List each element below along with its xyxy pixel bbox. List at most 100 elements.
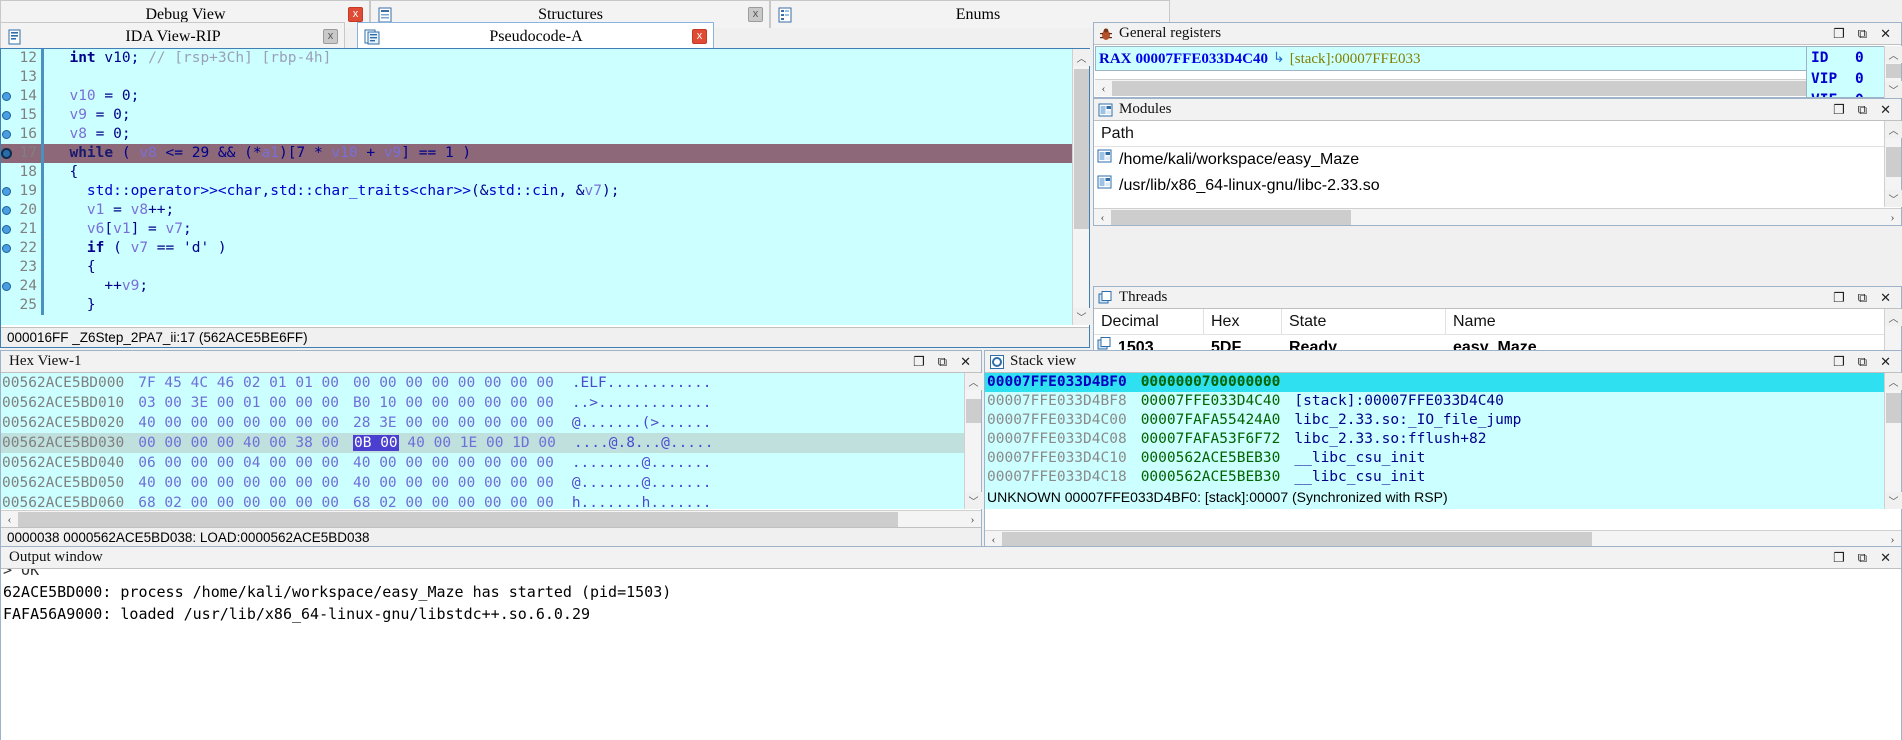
close-icon[interactable]: ✕ bbox=[1880, 291, 1891, 304]
close-icon[interactable]: ✕ bbox=[960, 355, 971, 368]
close-icon[interactable]: ✕ bbox=[1880, 355, 1891, 368]
hex-bytes-right[interactable]: 0B 00 40 00 1E 00 1D 00 bbox=[353, 433, 556, 453]
scroll-up-icon[interactable]: ︿ bbox=[1885, 121, 1902, 138]
hex-row[interactable]: 00562ACE5BD000 7F 45 4C 46 02 01 01 00 00 … bbox=[1, 373, 964, 393]
flag-value[interactable]: 0 bbox=[1855, 71, 1864, 87]
code-line[interactable]: 24 ++v9; bbox=[1, 277, 1072, 296]
threads-column-hex[interactable]: Hex bbox=[1204, 309, 1282, 335]
scroll-down-icon[interactable]: ﹀ bbox=[1885, 492, 1902, 509]
threads-column-state[interactable]: State bbox=[1282, 309, 1446, 335]
hex-bytes-right[interactable]: 68 02 00 00 00 00 00 00 bbox=[353, 493, 554, 509]
hex-bytes-right[interactable]: 00 00 00 00 00 00 00 00 bbox=[353, 373, 554, 393]
stack-hscroll-thumb[interactable] bbox=[1002, 532, 1592, 547]
stack-vscrollbar[interactable]: ︿ ﹀ bbox=[1884, 373, 1902, 509]
hex-row[interactable]: 00562ACE5BD060 68 02 00 00 00 00 00 00 68 … bbox=[1, 493, 964, 509]
scroll-left-icon[interactable]: ‹ bbox=[985, 531, 1002, 548]
scroll-up-icon[interactable]: ︿ bbox=[965, 373, 982, 390]
breakpoint-icon[interactable] bbox=[1, 239, 13, 258]
scroll-up-icon[interactable]: ︿ bbox=[1885, 309, 1902, 326]
breakpoint-icon[interactable] bbox=[1, 182, 13, 201]
scroll-left-icon[interactable]: ‹ bbox=[1095, 80, 1112, 97]
flags-vscroll-thumb[interactable] bbox=[1886, 64, 1901, 78]
follow-arrow-icon[interactable]: ↳ bbox=[1273, 47, 1285, 70]
stack-comment[interactable]: libc_2.33.so:_IO_file_jump bbox=[1294, 411, 1521, 430]
modules-hscrollbar[interactable]: ‹ › bbox=[1094, 208, 1901, 225]
restore-icon[interactable]: ⧉ bbox=[938, 355, 947, 368]
code-line[interactable]: 19 std::operator>><char,std::char_traits… bbox=[1, 182, 1072, 201]
hex-bytes-left[interactable]: 06 00 00 00 04 00 00 00 bbox=[138, 453, 339, 473]
stack-row[interactable]: 00007FFE033D4C10 0000562ACE5BEB30 __libc_c… bbox=[985, 449, 1884, 468]
stack-comment[interactable]: [stack]:00007FFE033D4C40 bbox=[1294, 392, 1504, 411]
breakpoint-icon[interactable] bbox=[1, 220, 13, 239]
maximize-icon[interactable]: ❐ bbox=[1833, 355, 1845, 368]
breakpoint-icon[interactable] bbox=[1, 125, 13, 144]
hex-row[interactable]: 00562ACE5BD030 00 00 00 00 40 00 38 00 0B … bbox=[1, 433, 964, 453]
hex-bytes-left[interactable]: 03 00 3E 00 01 00 00 00 bbox=[138, 393, 339, 413]
register-row-rax[interactable]: RAX 00007FFE033D4C40 ↳ [stack]:00007FFE0… bbox=[1096, 47, 1869, 70]
maximize-icon[interactable]: ❐ bbox=[1833, 27, 1845, 40]
code-line[interactable]: 25 } bbox=[1, 296, 1072, 315]
flags-scroll-up-icon[interactable]: ︿ bbox=[1885, 46, 1902, 63]
scroll-right-icon[interactable]: › bbox=[1884, 531, 1901, 548]
hex-row[interactable]: 00562ACE5BD010 03 00 3E 00 01 00 00 00 B0 … bbox=[1, 393, 964, 413]
flags-scroll-down-icon[interactable]: ﹀ bbox=[1885, 81, 1902, 98]
scroll-right-icon[interactable]: › bbox=[1884, 209, 1901, 226]
hex-bytes-left[interactable]: 7F 45 4C 46 02 01 01 00 bbox=[138, 373, 339, 393]
hex-selected-bytes[interactable]: 0B 00 bbox=[353, 435, 399, 451]
code-line[interactable]: 18 { bbox=[1, 163, 1072, 182]
stack-row[interactable]: 00007FFE033D4BF0 0000000700000000 bbox=[985, 373, 1884, 392]
stack-value[interactable]: 00007FAFA53F6F72 bbox=[1141, 430, 1281, 449]
output-log[interactable]: > OK 62ACE5BD000: process /home/kali/work… bbox=[1, 569, 1901, 740]
breakpoint-slot[interactable] bbox=[1, 49, 13, 68]
threads-column-decimal[interactable]: Decimal bbox=[1094, 309, 1204, 335]
maximize-icon[interactable]: ❐ bbox=[1833, 103, 1845, 116]
close-icon[interactable]: ✕ bbox=[1880, 103, 1891, 116]
modules-vscroll-thumb[interactable] bbox=[1886, 147, 1901, 177]
scroll-down-icon[interactable]: ﹀ bbox=[965, 492, 982, 509]
code-line[interactable]: 15 v9 = 0; bbox=[1, 106, 1072, 125]
scroll-down-icon[interactable]: ﹀ bbox=[1073, 308, 1090, 325]
pseudocode-vscroll-thumb[interactable] bbox=[1074, 69, 1089, 229]
stack-value[interactable]: 00007FFE033D4C40 bbox=[1141, 392, 1281, 411]
stack-value[interactable]: 0000562ACE5BEB30 bbox=[1141, 449, 1281, 468]
hex-vscroll-thumb[interactable] bbox=[966, 399, 981, 423]
restore-icon[interactable]: ⧉ bbox=[1858, 551, 1867, 564]
breakpoint-slot[interactable] bbox=[1, 163, 13, 182]
modules-hscroll-thumb[interactable] bbox=[1111, 210, 1351, 225]
hex-bytes-left[interactable]: 00 00 00 00 40 00 38 00 bbox=[138, 433, 339, 453]
maximize-icon[interactable]: ❐ bbox=[1833, 551, 1845, 564]
hex-bytes-right[interactable]: B0 10 00 00 00 00 00 00 bbox=[353, 393, 554, 413]
breakpoint-icon[interactable] bbox=[1, 201, 13, 220]
breakpoint-slot[interactable] bbox=[1, 68, 13, 87]
breakpoint-slot[interactable] bbox=[1, 258, 13, 277]
stack-row[interactable]: 00007FFE033D4C18 0000562ACE5BEB30 __libc_c… bbox=[985, 468, 1884, 487]
hex-dump[interactable]: 00562ACE5BD000 7F 45 4C 46 02 01 01 00 00 … bbox=[1, 373, 964, 509]
tab-pseudocode-a[interactable]: Pseudocode-A x bbox=[357, 22, 714, 50]
code-line[interactable]: 16 v8 = 0; bbox=[1, 125, 1072, 144]
breakpoint-icon[interactable] bbox=[1, 106, 13, 125]
scroll-up-icon[interactable]: ︿ bbox=[1073, 49, 1090, 66]
hex-vscrollbar[interactable]: ︿ ﹀ bbox=[964, 373, 982, 509]
restore-icon[interactable]: ⧉ bbox=[1858, 355, 1867, 368]
stack-row[interactable]: 00007FFE033D4BF8 00007FFE033D4C40 [stack]:… bbox=[985, 392, 1884, 411]
hex-bytes-right[interactable]: 28 3E 00 00 00 00 00 00 bbox=[353, 413, 554, 433]
pseudocode-editor[interactable]: 12 int v10; // [rsp+3Ch] [rbp-4h] 13 14 v1… bbox=[1, 49, 1072, 325]
stack-dump[interactable]: 00007FFE033D4BF0 0000000700000000 00007FFE… bbox=[985, 373, 1884, 509]
maximize-icon[interactable]: ❐ bbox=[1833, 291, 1845, 304]
threads-column-name[interactable]: Name bbox=[1446, 309, 1846, 335]
stack-value[interactable]: 0000000700000000 bbox=[1141, 373, 1281, 392]
code-line[interactable]: 13 bbox=[1, 68, 1072, 87]
close-icon[interactable]: ✕ bbox=[1880, 27, 1891, 40]
stack-comment[interactable]: __libc_csu_init bbox=[1294, 468, 1425, 487]
tab-debug-view-close-icon[interactable]: x bbox=[348, 7, 363, 22]
scroll-up-icon[interactable]: ︿ bbox=[1885, 373, 1902, 390]
registers-hscrollbar[interactable]: ‹ › bbox=[1095, 79, 1870, 96]
hex-hscrollbar[interactable]: ‹ › bbox=[1, 510, 981, 527]
breakpoint-icon[interactable] bbox=[1, 144, 13, 163]
scroll-right-icon[interactable]: › bbox=[964, 511, 981, 528]
stack-value[interactable]: 00007FAFA55424A0 bbox=[1141, 411, 1281, 430]
flags-vscrollbar[interactable]: ︿ ﹀ bbox=[1884, 46, 1902, 98]
breakpoint-icon[interactable] bbox=[1, 87, 13, 106]
code-line[interactable]: 14 v10 = 0; bbox=[1, 87, 1072, 106]
stack-hscrollbar[interactable]: ‹ › bbox=[985, 530, 1901, 547]
